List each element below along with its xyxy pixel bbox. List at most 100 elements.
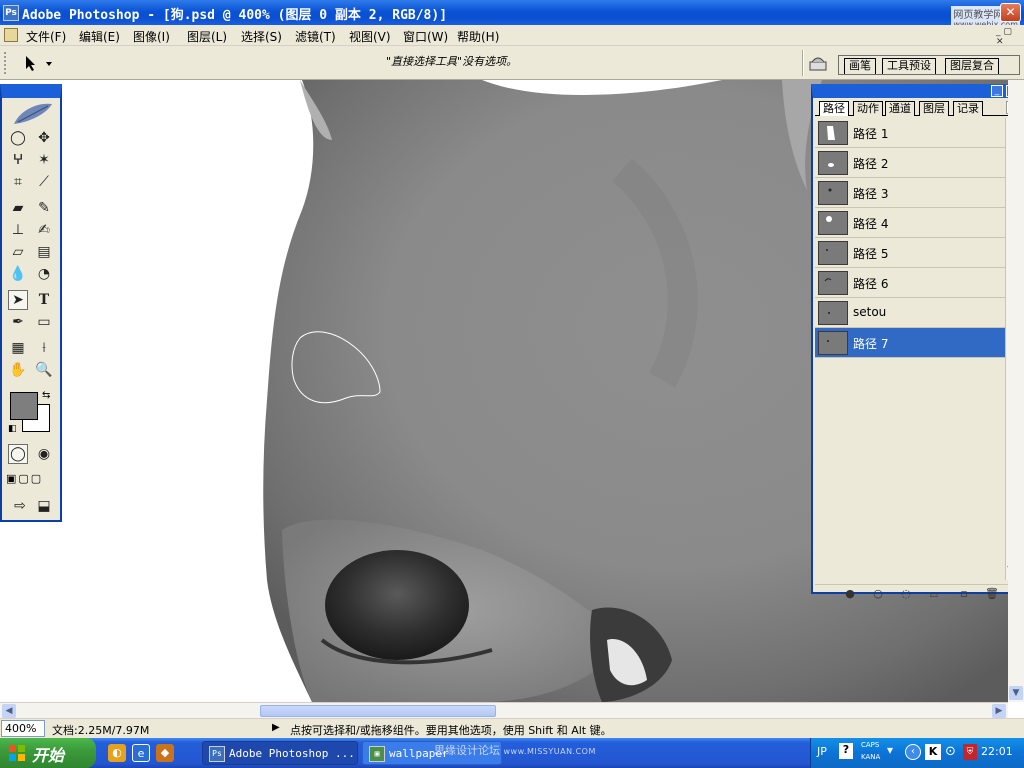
- blur-tool-icon[interactable]: 💧: [8, 264, 28, 284]
- screen-mode-icons[interactable]: ▣▢▢: [6, 472, 58, 488]
- image-task-icon: ▣: [369, 746, 385, 762]
- clock[interactable]: 22:01: [981, 745, 1013, 758]
- lasso-tool-icon[interactable]: ⵖ: [8, 150, 28, 170]
- path-thumbnail: [818, 241, 848, 265]
- menu-view[interactable]: 视图(V): [349, 28, 391, 45]
- pen-tool-icon[interactable]: ✒: [8, 312, 28, 332]
- delete-path-icon[interactable]: 🗑: [985, 587, 999, 601]
- photoshop-app-icon[interactable]: Ps: [3, 5, 19, 21]
- document-size[interactable]: 文档:2.25M/7.97M: [52, 722, 149, 738]
- crop-tool-icon[interactable]: ⌗: [8, 172, 28, 192]
- healing-brush-tool-icon[interactable]: ▰: [8, 198, 28, 218]
- quicklaunch-ie-icon[interactable]: e: [132, 744, 150, 762]
- tab-history[interactable]: 记录: [953, 101, 983, 116]
- well-tab-tool-presets[interactable]: 工具预设: [882, 58, 936, 74]
- start-button[interactable]: 开始: [0, 738, 96, 768]
- swap-colors-icon[interactable]: ⇆: [42, 390, 50, 401]
- dodge-tool-icon[interactable]: ◔: [34, 264, 54, 284]
- path-thumbnail: [818, 271, 848, 295]
- clone-stamp-tool-icon[interactable]: ⊥: [8, 220, 28, 240]
- menu-select[interactable]: 选择(S): [241, 28, 282, 45]
- scroll-thumb[interactable]: [260, 705, 496, 717]
- load-selection-icon[interactable]: ◌: [899, 587, 913, 601]
- menu-file[interactable]: 文件(F): [26, 28, 66, 45]
- make-work-path-icon[interactable]: ⌓: [927, 587, 941, 601]
- tray-k-icon[interactable]: K: [925, 744, 941, 760]
- marquee-tool-icon[interactable]: ◯: [8, 128, 28, 148]
- system-tray: JP ? CAPS KANA ▾ ‹ K ⊙ ⛨ 22:01: [810, 738, 1024, 768]
- default-colors-icon[interactable]: ◧: [8, 424, 17, 434]
- security-shield-icon[interactable]: ⛨: [963, 744, 977, 760]
- well-tab-layer-comps[interactable]: 图层复合: [945, 58, 999, 74]
- tab-channels[interactable]: 通道: [885, 101, 915, 116]
- tab-actions[interactable]: 动作: [853, 101, 883, 116]
- palette-well-icon[interactable]: [808, 54, 830, 72]
- quicklaunch-browser-icon[interactable]: ◐: [108, 744, 126, 762]
- help-icon[interactable]: ?: [839, 743, 853, 759]
- doc-window-controls[interactable]: _ ▢ ✕: [996, 27, 1022, 47]
- slice-tool-icon[interactable]: ⟋: [34, 172, 54, 192]
- path-row[interactable]: 路径 6: [815, 268, 1005, 298]
- adobe-feather-icon[interactable]: [8, 100, 56, 128]
- eyedropper-tool-icon[interactable]: ⟊: [34, 338, 54, 358]
- menu-help[interactable]: 帮助(H): [457, 28, 499, 45]
- brush-tool-icon[interactable]: ✎: [34, 198, 54, 218]
- options-grip[interactable]: [4, 52, 8, 74]
- jump-to-imageready-icon[interactable]: ⇨: [10, 496, 30, 516]
- watermark-bottom-url: www.MISSYUAN.COM: [503, 747, 596, 756]
- standard-mode-icon[interactable]: ◯: [8, 444, 28, 464]
- tray-expand-icon[interactable]: ‹: [905, 744, 921, 760]
- palette-minimize-button[interactable]: _: [991, 85, 1003, 97]
- scroll-right-icon[interactable]: ▶: [992, 704, 1006, 718]
- document-icon[interactable]: [4, 28, 18, 42]
- language-indicator[interactable]: JP: [817, 745, 827, 758]
- menu-image[interactable]: 图像(I): [133, 28, 170, 45]
- zoom-tool-icon[interactable]: 🔍: [34, 360, 54, 380]
- menu-layer[interactable]: 图层(L): [187, 28, 227, 45]
- tray-status-icon[interactable]: ⊙: [945, 744, 956, 759]
- history-brush-tool-icon[interactable]: ✍: [34, 220, 54, 240]
- quicklaunch-app-icon[interactable]: ◆: [156, 744, 174, 762]
- path-row[interactable]: 路径 5: [815, 238, 1005, 268]
- task-photoshop[interactable]: Ps Adobe Photoshop ...: [202, 741, 358, 765]
- direct-selection-tool-icon[interactable]: ➤: [8, 290, 28, 310]
- scroll-down-icon[interactable]: ▼: [1009, 686, 1023, 700]
- tab-paths[interactable]: 路径: [819, 101, 849, 116]
- tool-preset-picker[interactable]: [20, 52, 60, 74]
- canvas-horizontal-scrollbar[interactable]: ◀ ▶: [0, 702, 1008, 718]
- foreground-color-swatch[interactable]: [10, 392, 38, 420]
- hand-tool-icon[interactable]: ✋: [8, 360, 28, 380]
- type-tool-icon[interactable]: T: [34, 290, 54, 310]
- status-menu-arrow-icon[interactable]: ▶: [272, 722, 280, 733]
- new-path-icon[interactable]: ▫: [957, 587, 971, 601]
- notes-tool-icon[interactable]: ▦: [8, 338, 28, 358]
- magic-wand-tool-icon[interactable]: ✶: [34, 150, 54, 170]
- menu-filter[interactable]: 滤镜(T): [295, 28, 336, 45]
- ime-arrow-icon[interactable]: ▾: [887, 743, 893, 757]
- zoom-field[interactable]: 400%: [1, 720, 45, 737]
- shape-tool-icon[interactable]: ▭: [34, 312, 54, 332]
- eraser-tool-icon[interactable]: ▱: [8, 242, 28, 262]
- path-row[interactable]: 路径 1: [815, 118, 1005, 148]
- path-row-selected[interactable]: 路径 7: [815, 328, 1005, 358]
- close-window-button[interactable]: ✕: [1000, 3, 1021, 22]
- path-row[interactable]: 路径 3: [815, 178, 1005, 208]
- path-row[interactable]: 路径 2: [815, 148, 1005, 178]
- fill-path-icon[interactable]: ●: [843, 587, 857, 601]
- move-tool-icon[interactable]: ✥: [34, 128, 54, 148]
- menu-edit[interactable]: 编辑(E): [79, 28, 120, 45]
- scroll-left-icon[interactable]: ◀: [2, 704, 16, 718]
- options-separator: [802, 50, 804, 76]
- path-row[interactable]: setou: [815, 298, 1005, 328]
- menu-window[interactable]: 窗口(W): [403, 28, 448, 45]
- stroke-path-icon[interactable]: ○: [871, 587, 885, 601]
- tab-layers[interactable]: 图层: [919, 101, 949, 116]
- path-label: 路径 1: [853, 127, 889, 141]
- task-label: Adobe Photoshop ...: [229, 747, 355, 760]
- imageready-icon[interactable]: ⬓: [34, 496, 54, 516]
- well-tab-brushes[interactable]: 画笔: [844, 58, 876, 74]
- canvas-vertical-scrollbar[interactable]: ▼: [1008, 80, 1024, 702]
- quick-mask-mode-icon[interactable]: ◉: [34, 444, 54, 464]
- path-row[interactable]: 路径 4: [815, 208, 1005, 238]
- gradient-tool-icon[interactable]: ▤: [34, 242, 54, 262]
